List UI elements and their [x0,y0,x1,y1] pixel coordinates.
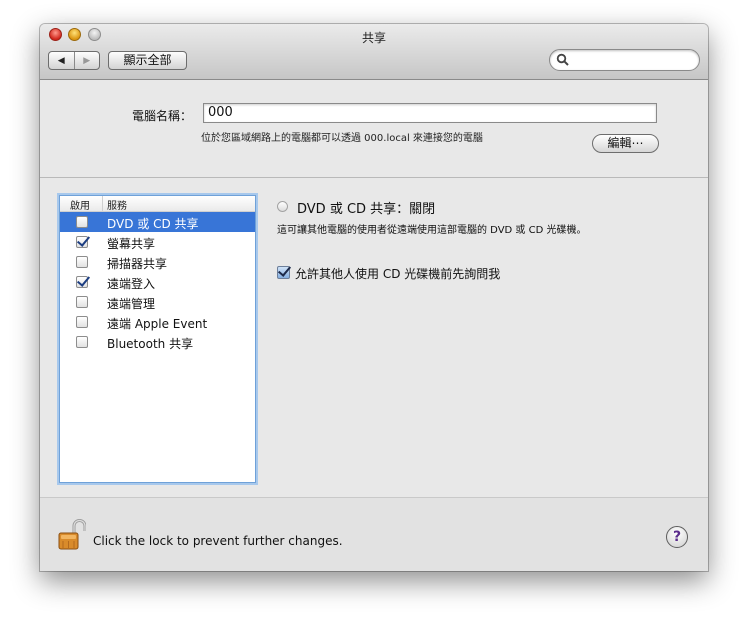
title-bar: 共享 ◀ ▶ 顯示全部 [40,24,708,80]
computer-name-description: 位於您區域網路上的電腦都可以透過 000.local 來連接您的電腦 [201,133,483,144]
service-label: 遠端登入 [107,277,156,291]
edit-button[interactable]: 編輯⋯ [592,134,659,153]
unlocked-padlock-icon[interactable] [58,518,86,550]
service-label: 掃描器共享 [107,257,168,271]
services-list-header: 啟用 服務 [60,196,255,212]
service-enabled-checkbox[interactable] [76,216,88,228]
service-enabled-checkbox[interactable] [76,316,88,328]
service-label: 遠端 Apple Event [107,317,208,331]
window-title: 共享 [361,31,386,45]
service-row[interactable]: 遠端 Apple Event [60,312,255,332]
back-button[interactable]: ◀ [49,52,74,69]
service-enabled-checkbox[interactable] [76,296,88,308]
column-divider [102,196,103,211]
service-label: 遠端管理 [107,297,156,311]
column-header-enabled[interactable]: 啟用 [70,197,90,212]
back-forward-control: ◀ ▶ [48,51,100,70]
service-status: DVD 或 CD 共享：關閉 [297,202,436,217]
show-all-button[interactable]: 顯示全部 [108,51,187,70]
forward-button[interactable]: ▶ [73,52,100,69]
service-enabled-checkbox[interactable] [76,256,88,268]
sharing-window: 共享 ◀ ▶ 顯示全部 電腦名稱： 000 位於您區域網路上的電腦都可以透過 0… [40,24,708,571]
services-list[interactable]: 啟用 服務 DVD 或 CD 共享 螢幕共享掃描器共享遠端登入遠端管理遠端 App… [59,195,256,483]
service-row[interactable]: Bluetooth 共享 [60,332,255,352]
service-row[interactable]: 遠端登入 [60,272,255,292]
service-enabled-checkbox[interactable] [76,276,88,288]
ask-before-use-checkbox[interactable] [277,266,290,279]
service-enabled-checkbox[interactable] [76,236,88,248]
back-arrow-icon: ◀ [57,55,65,66]
search-field[interactable] [549,49,700,71]
search-icon [556,53,569,66]
forward-arrow-icon: ▶ [83,55,91,66]
lock-status-text: Click the lock to prevent further change… [93,534,343,548]
help-button[interactable]: ? [666,526,688,548]
status-indicator-icon [277,201,288,212]
computer-name-field[interactable]: 000 [203,103,657,123]
service-row[interactable]: 掃描器共享 [60,252,255,272]
service-description: 這可讓其他電腦的使用者從遠端使用這部電腦的 DVD 或 CD 光碟機。 [277,225,587,236]
footer-bar: Click the lock to prevent further change… [40,497,708,571]
service-enabled-checkbox[interactable] [76,336,88,348]
search-input[interactable] [572,52,696,70]
service-label: DVD 或 CD 共享 [107,217,199,231]
service-row[interactable]: 螢幕共享 [60,232,255,252]
computer-name-section: 電腦名稱： 000 位於您區域網路上的電腦都可以透過 000.local 來連接… [40,80,708,178]
computer-name-label: 電腦名稱： [131,109,192,123]
service-label: Bluetooth 共享 [107,337,194,351]
service-row[interactable]: 遠端管理 [60,292,255,312]
service-row[interactable]: DVD 或 CD 共享 [60,212,255,232]
ask-before-use-label[interactable]: 允許其他人使用 CD 光碟機前先詢問我 [295,265,500,282]
service-label: 螢幕共享 [107,237,156,251]
column-header-service[interactable]: 服務 [107,197,127,212]
